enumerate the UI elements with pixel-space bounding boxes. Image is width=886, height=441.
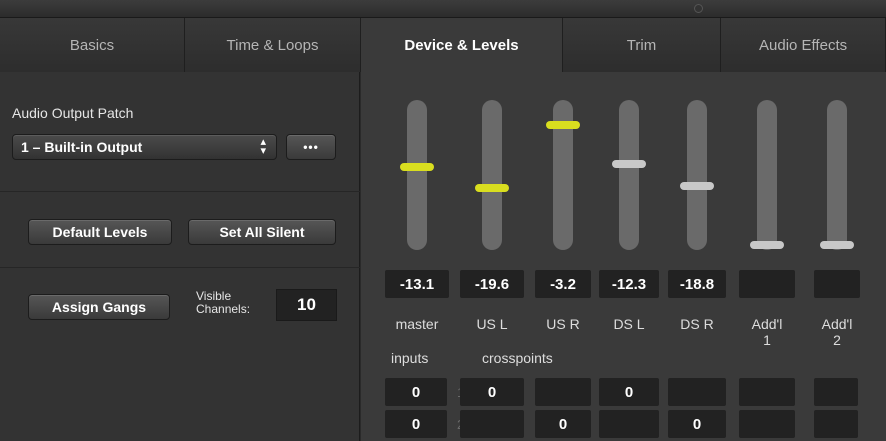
popup-arrows-icon: ▴ ▾: [260, 136, 266, 157]
level-readout[interactable]: -18.8: [668, 270, 726, 298]
tab-audio-effects[interactable]: Audio Effects: [721, 18, 886, 72]
tab-device-levels[interactable]: Device & Levels: [361, 18, 563, 72]
channel-name: US R: [546, 316, 580, 332]
left-panel: Audio Output Patch 1 – Built-in Output ▴…: [0, 72, 360, 441]
fader-knob[interactable]: [612, 159, 646, 168]
crosspoint-cell[interactable]: 0: [460, 378, 524, 406]
crosspoint-cell[interactable]: [535, 378, 591, 406]
fader-knob[interactable]: [546, 120, 580, 129]
fader-knob[interactable]: [820, 241, 854, 249]
fader-knob[interactable]: [750, 241, 784, 249]
input-level-cell[interactable]: 0: [385, 410, 447, 438]
crosspoint-cell[interactable]: 0: [668, 410, 726, 438]
crosspoint-cell[interactable]: [460, 410, 524, 438]
level-readout[interactable]: [814, 270, 860, 298]
crosspoint-cell[interactable]: [668, 378, 726, 406]
channel-name: Add'l 2: [821, 316, 853, 348]
tab-time-loops[interactable]: Time & Loops: [185, 18, 361, 72]
crosspoint-cell[interactable]: 0: [535, 410, 591, 438]
output-patch-section: Audio Output Patch 1 – Built-in Output ▴…: [0, 72, 360, 192]
fader-track[interactable]: [619, 100, 639, 250]
visible-channels-label: Visible Channels:: [196, 289, 251, 316]
fader-track[interactable]: [687, 100, 707, 250]
crosspoint-cell[interactable]: [739, 378, 795, 406]
fader-track[interactable]: [757, 100, 777, 250]
crosspoint-cell[interactable]: [814, 410, 858, 438]
tab-basics[interactable]: Basics: [0, 18, 185, 72]
fader-knob[interactable]: [475, 183, 509, 192]
fader-track[interactable]: [482, 100, 502, 250]
crosspoint-cell[interactable]: [814, 378, 858, 406]
set-all-silent-button[interactable]: Set All Silent: [188, 219, 336, 245]
visible-channels-field[interactable]: 10: [276, 289, 337, 321]
channel-name: DS L: [613, 316, 645, 332]
channel-name: DS R: [680, 316, 714, 332]
crosspoint-cell[interactable]: [739, 410, 795, 438]
level-readout[interactable]: [739, 270, 795, 298]
output-patch-select[interactable]: 1 – Built-in Output ▴ ▾: [12, 134, 277, 160]
fader-knob[interactable]: [400, 162, 434, 171]
levels-panel: -13.1 master -19.6 US L -3.2 US R -12.3 DS L -18…: [361, 72, 886, 441]
channel-name: master: [395, 316, 439, 332]
output-patch-value: 1 – Built-in Output: [21, 139, 143, 155]
gangs-section: Assign Gangs Visible Channels: 10: [0, 268, 360, 441]
fader-track[interactable]: [407, 100, 427, 250]
more-options-button[interactable]: •••: [286, 134, 336, 160]
channel-name: Add'l 1: [751, 316, 783, 348]
crosspoint-cell[interactable]: 0: [599, 378, 659, 406]
inputs-label: inputs: [391, 350, 429, 366]
channel-name: US L: [476, 316, 508, 332]
level-readout[interactable]: -13.1: [385, 270, 449, 298]
crosspoint-cell[interactable]: [599, 410, 659, 438]
levels-buttons-section: Default Levels Set All Silent: [0, 192, 360, 268]
tab-bar: Basics Time & Loops Device & Levels Trim…: [0, 18, 886, 72]
input-level-cell[interactable]: 0: [385, 378, 447, 406]
window-titlebar: [0, 0, 886, 18]
crosspoints-label: crosspoints: [482, 350, 553, 366]
titlebar-indicator-icon: [694, 4, 703, 13]
level-readout[interactable]: -12.3: [599, 270, 659, 298]
default-levels-button[interactable]: Default Levels: [28, 219, 172, 245]
fader-track[interactable]: [827, 100, 847, 250]
fader-knob[interactable]: [680, 182, 714, 191]
level-readout[interactable]: -3.2: [535, 270, 591, 298]
tab-trim[interactable]: Trim: [563, 18, 721, 72]
level-readout[interactable]: -19.6: [460, 270, 524, 298]
output-patch-label: Audio Output Patch: [12, 105, 134, 121]
assign-gangs-button[interactable]: Assign Gangs: [28, 294, 170, 320]
